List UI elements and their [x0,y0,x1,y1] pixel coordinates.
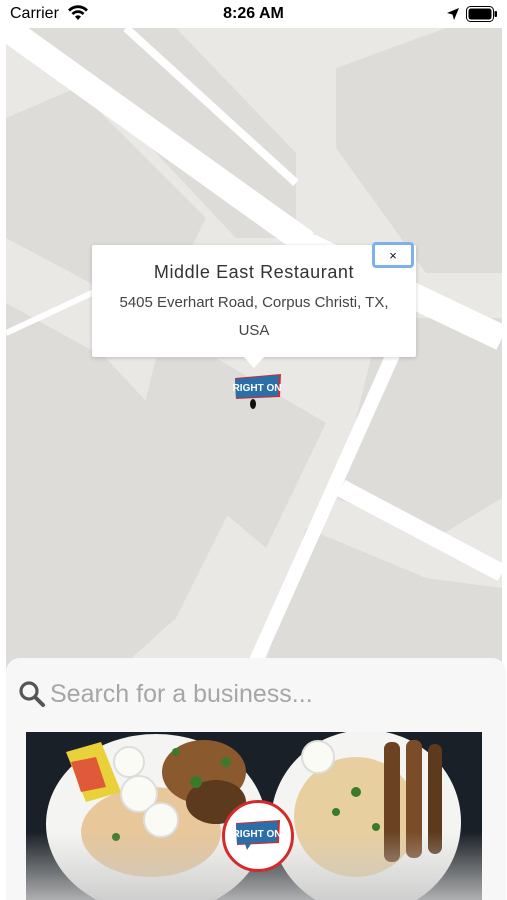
right-on-logo: RIGHT ON [235,820,281,850]
search-input[interactable] [50,676,480,712]
search-bar[interactable] [6,670,502,718]
location-arrow-icon [446,7,460,26]
battery-icon [466,6,498,27]
search-icon [18,680,46,713]
popup-pointer [243,356,265,368]
place-name: Middle East Restaurant [153,262,355,282]
close-icon: × [389,247,397,263]
badge-logo-text: RIGHT ON [235,829,281,840]
right-on-logo-marker: RIGHT ON [233,374,281,409]
clock: 8:26 AM [223,5,284,22]
brand-logo-button[interactable]: RIGHT ON [222,800,294,872]
status-bar: Carrier 8:26 AM [0,0,507,28]
close-popup-button[interactable]: × [372,242,414,268]
place-address: 5405 Everhart Road, Corpus Christi, TX, … [119,294,389,339]
marker-logo-text: RIGHT ON [233,383,281,394]
map-marker[interactable]: RIGHT ON [233,372,283,417]
place-popup[interactable]: Middle East Restaurant 5405 Everhart Roa… [92,245,416,357]
